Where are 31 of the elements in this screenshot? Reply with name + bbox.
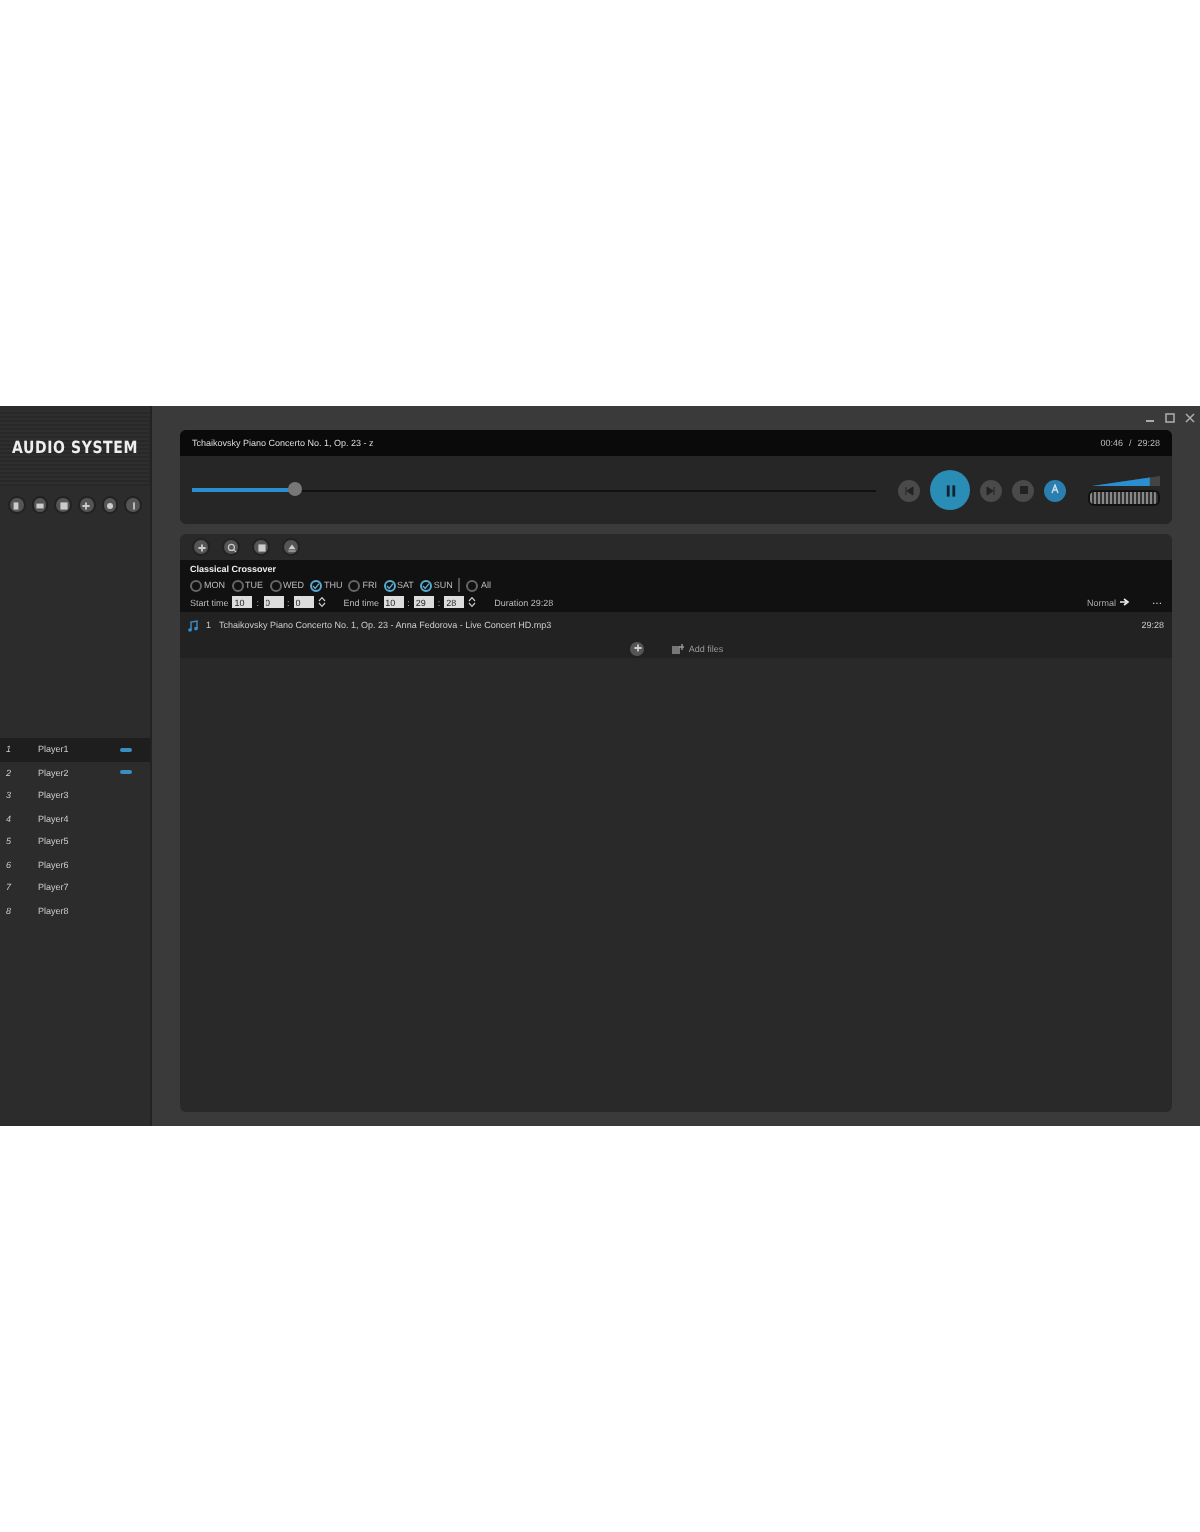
- search-icon[interactable]: [222, 538, 240, 556]
- folder-icon[interactable]: [31, 496, 49, 514]
- new-file-icon[interactable]: [8, 496, 26, 514]
- info-icon[interactable]: [124, 496, 143, 514]
- add-icon[interactable]: [192, 538, 210, 556]
- auto-button[interactable]: [1044, 479, 1066, 501]
- save-icon[interactable]: [252, 538, 270, 556]
- letter-a-icon: [1050, 483, 1060, 493]
- arrow-icon: [1119, 598, 1130, 606]
- maximize-icon[interactable]: [1164, 412, 1176, 424]
- eject-icon[interactable]: [282, 538, 300, 556]
- next-icon: [986, 485, 996, 495]
- add-icon[interactable]: [78, 496, 96, 514]
- save-icon[interactable]: [54, 496, 73, 514]
- music-note-icon: [188, 619, 198, 631]
- seek-handle[interactable]: [287, 482, 302, 496]
- spinner-icon[interactable]: [317, 596, 326, 608]
- close-icon[interactable]: [1184, 412, 1196, 424]
- add-files-icon: [672, 643, 685, 653]
- pause-button[interactable]: [930, 470, 970, 510]
- add-icon[interactable]: [628, 639, 647, 657]
- check-icon: [312, 581, 320, 589]
- previous-icon: [904, 485, 914, 495]
- volume-knob[interactable]: [1088, 489, 1160, 505]
- stop-icon: [1019, 486, 1027, 494]
- app-logo: AUDIO SYSTEM: [12, 438, 138, 458]
- settings-icon[interactable]: [101, 496, 119, 514]
- spinner-icon[interactable]: [468, 596, 477, 608]
- check-icon: [421, 581, 430, 589]
- pause-icon: [943, 483, 957, 497]
- check-icon: [385, 581, 393, 589]
